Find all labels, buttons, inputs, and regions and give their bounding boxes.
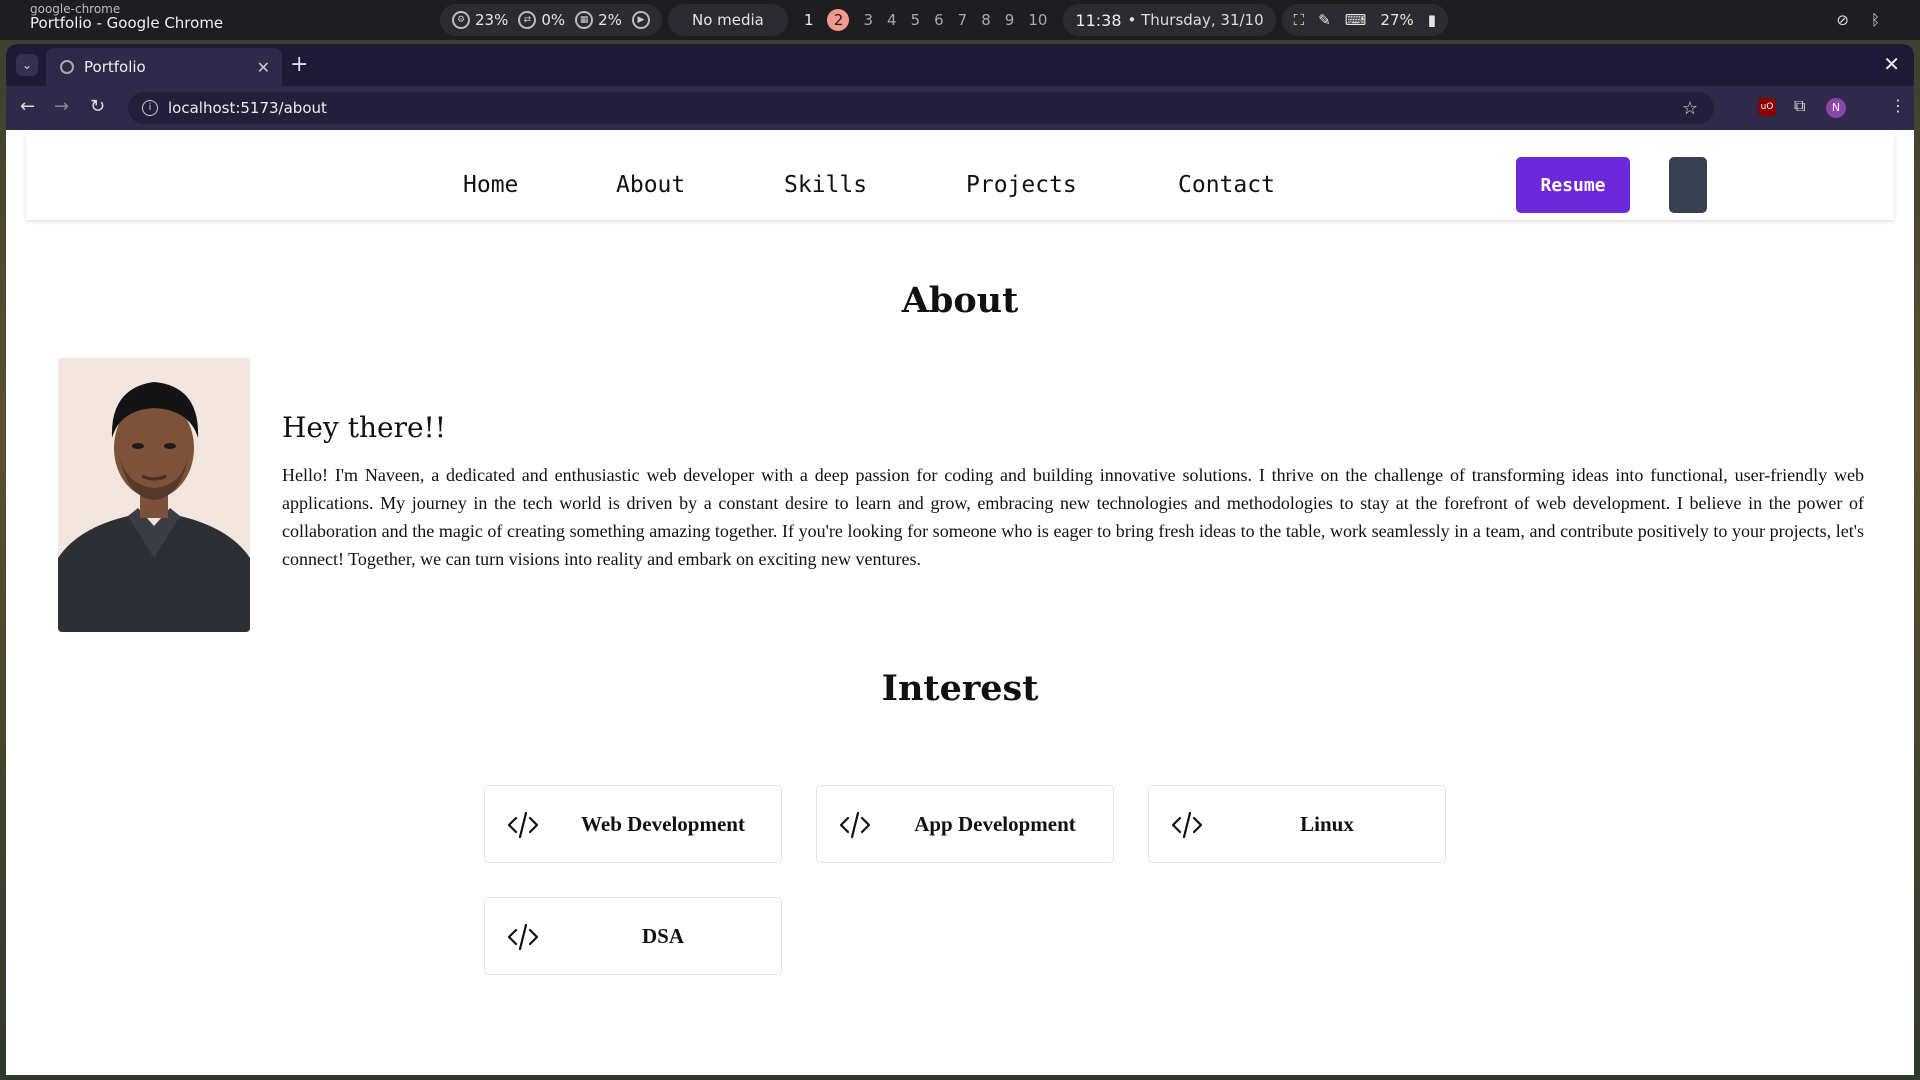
url-text: localhost:5173/about [168, 99, 327, 117]
interest-card-app-development: App Development [816, 785, 1114, 863]
system-center-widgets: ⚙ 23% ⇄ 0% ▦ 2% ▶ No media 1 2 3 4 5 6 7 8 … [440, 0, 1449, 40]
workspace-10[interactable]: 10 [1028, 11, 1047, 29]
interest-heading: Interest [881, 668, 1039, 709]
workspace-4[interactable]: 4 [887, 11, 897, 29]
interest-label: App Development [914, 811, 1076, 836]
fullscreen-icon[interactable]: ⛶ [1294, 11, 1305, 29]
workspace-3[interactable]: 3 [863, 11, 873, 29]
interest-label: Web Development [581, 811, 745, 836]
back-icon[interactable]: ← [20, 96, 35, 117]
tab-title: Portfolio [84, 58, 146, 76]
clock-time: 11:38 [1075, 10, 1122, 30]
workspace-8[interactable]: 8 [981, 11, 991, 29]
workspace-7[interactable]: 7 [958, 11, 968, 29]
globe-icon [60, 60, 74, 74]
theme-toggle-button[interactable] [1669, 157, 1707, 213]
clock-date: • Thursday, 31/10 [1127, 11, 1264, 29]
profile-avatar[interactable]: N [1826, 98, 1846, 118]
keyboard-icon[interactable]: ⌨ [1345, 11, 1367, 29]
site-navbar: Home About Skills Projects Contact Resum… [26, 132, 1894, 220]
interest-label: DSA [641, 923, 684, 948]
memory-icon: ▦ [575, 11, 594, 29]
forward-icon[interactable]: → [54, 96, 69, 117]
interest-card-web-development: Web Development [484, 785, 782, 863]
greeting-text: Hey there!! [282, 411, 447, 444]
resource-monitor[interactable]: ⚙ 23% ⇄ 0% ▦ 2% ▶ [440, 4, 662, 36]
nav-link-about[interactable]: About [616, 172, 685, 198]
tab-search-icon[interactable]: ⌄ [16, 54, 38, 76]
battery-icon: ▮ [1427, 11, 1437, 29]
address-bar[interactable]: i localhost:5173/about ☆ [128, 92, 1714, 124]
menu-kebab-icon[interactable]: ⋮ [1890, 96, 1906, 115]
profile-photo-illustration [58, 358, 250, 632]
wifi-off-icon[interactable]: ⊘ [1836, 11, 1849, 29]
code-icon [507, 923, 539, 951]
memory-usage: 2% [598, 11, 622, 29]
clock-widget[interactable]: 11:38 • Thursday, 31/10 [1063, 4, 1276, 36]
workspace-1[interactable]: 1 [804, 11, 814, 29]
swap-usage: 0% [541, 11, 566, 29]
window-close-icon[interactable]: ✕ [1883, 52, 1900, 76]
system-top-bar: google-chrome Portfolio - Google Chrome … [0, 0, 1920, 40]
play-icon[interactable]: ▶ [631, 11, 650, 29]
about-heading: About [901, 280, 1019, 321]
bluetooth-icon[interactable]: ᛒ [1871, 11, 1880, 29]
new-tab-icon[interactable]: + [290, 52, 308, 77]
bookmark-star-icon[interactable]: ☆ [1682, 98, 1698, 119]
nav-link-contact[interactable]: Contact [1178, 172, 1275, 198]
workspace-9[interactable]: 9 [1005, 11, 1015, 29]
site-info-icon[interactable]: i [142, 100, 158, 116]
code-icon [1171, 811, 1203, 839]
tab-close-icon[interactable]: ✕ [257, 58, 270, 77]
cpu-usage: 23% [475, 11, 509, 29]
page-content: Home About Skills Projects Contact Resum… [6, 130, 1914, 1075]
nav-link-skills[interactable]: Skills [784, 172, 867, 198]
active-window-name: Portfolio - Google Chrome [30, 14, 224, 32]
code-icon [839, 811, 871, 839]
bio-paragraph: Hello! I'm Naveen, a dedicated and enthu… [282, 465, 1864, 569]
browser-toolbar: ← → ↻ i localhost:5173/about ☆ uO ⧉ N ⋮ [6, 86, 1914, 130]
ublock-icon[interactable]: uO [1758, 98, 1776, 116]
code-icon [507, 811, 539, 839]
interest-label: Linux [1300, 811, 1354, 836]
battery-level: 27% [1380, 11, 1414, 29]
resume-button[interactable]: Resume [1516, 157, 1630, 213]
nav-link-home[interactable]: Home [463, 172, 518, 198]
workspace-6[interactable]: 6 [934, 11, 944, 29]
swap-icon: ⇄ [518, 11, 537, 29]
active-window-title: google-chrome Portfolio - Google Chrome [30, 3, 223, 31]
workspace-5[interactable]: 5 [911, 11, 921, 29]
nav-link-projects[interactable]: Projects [966, 172, 1077, 198]
workspace-switcher: 1 2 3 4 5 6 7 8 9 10 [794, 9, 1057, 31]
extensions-icon[interactable]: ⧉ [1794, 96, 1805, 116]
interest-card-dsa: DSA [484, 897, 782, 975]
system-tray: ⊘ ᛒ [1836, 0, 1880, 40]
workspace-2[interactable]: 2 [827, 9, 850, 31]
pen-icon[interactable]: ✎ [1318, 11, 1331, 29]
tab-bar: ⌄ Portfolio ✕ + ✕ [6, 44, 1914, 86]
media-status[interactable]: No media [668, 11, 788, 29]
tab-portfolio[interactable]: Portfolio ✕ [46, 48, 282, 86]
cpu-icon: ⚙ [452, 11, 470, 29]
interest-card-linux: Linux [1148, 785, 1446, 863]
reload-icon[interactable]: ↻ [90, 96, 105, 117]
profile-photo [58, 358, 250, 632]
browser-window: ⌄ Portfolio ✕ + ✕ ← → ↻ i localhost:5173… [6, 44, 1914, 1075]
